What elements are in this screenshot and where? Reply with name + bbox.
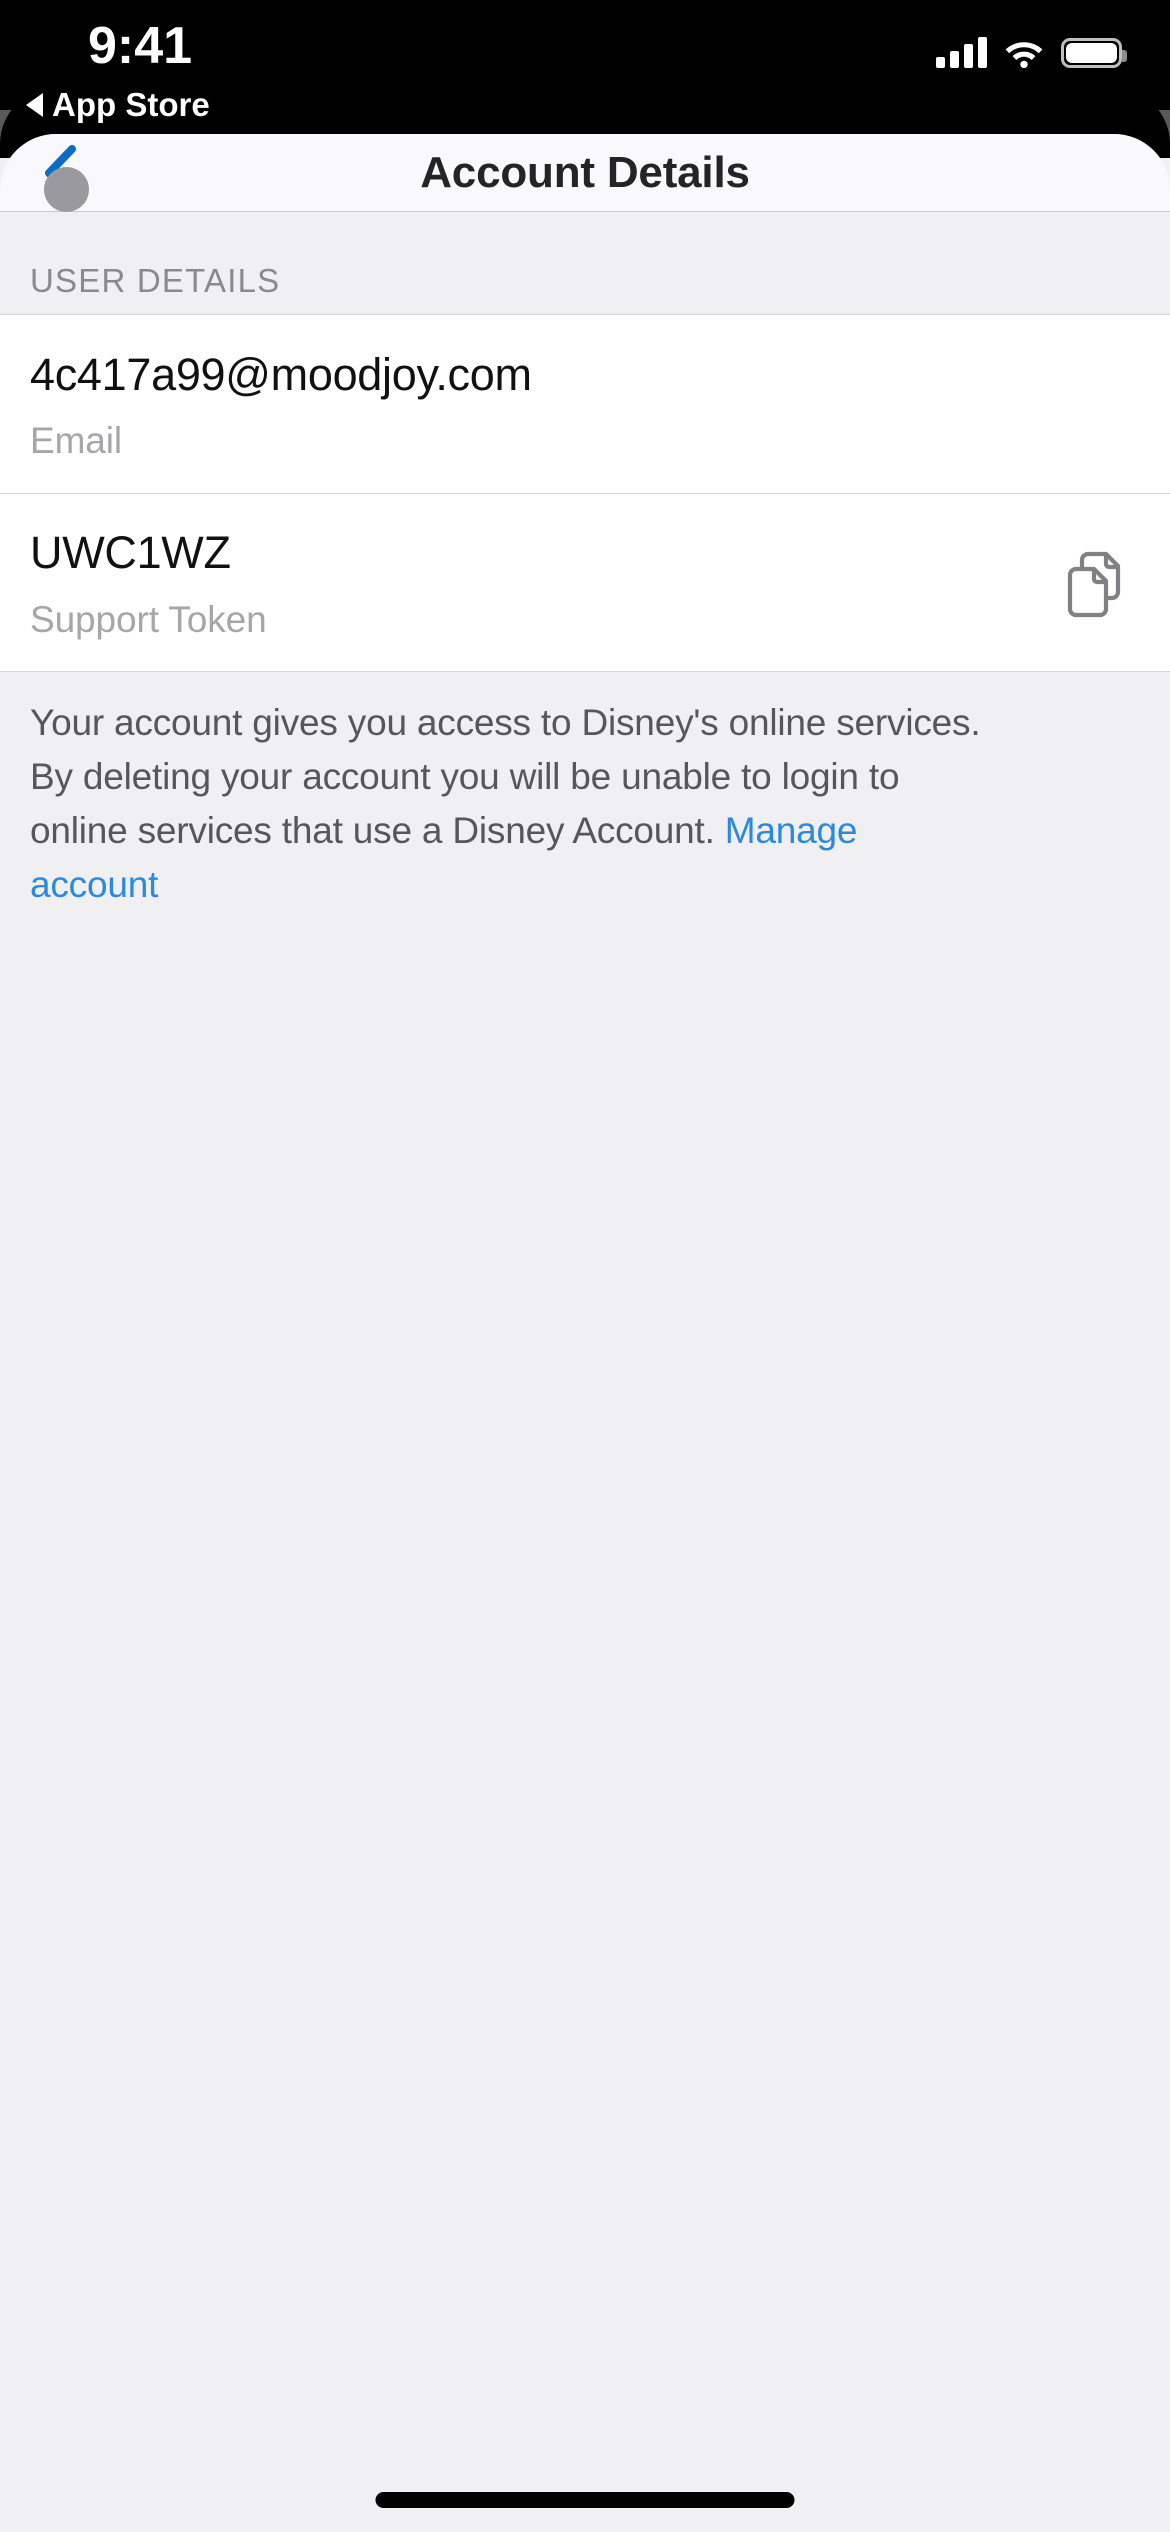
footer-line-4: account [30, 866, 1080, 904]
support-token-label: Support Token [30, 598, 267, 640]
list-item-support-token[interactable]: UWC1WZ Support Token [0, 493, 1170, 671]
status-bar: 9:41 App Store [0, 0, 1170, 123]
copy-icon [1067, 551, 1121, 617]
navigation-bar: Account Details [0, 134, 1170, 212]
page-title: Account Details [420, 147, 750, 197]
iphone-screen: 9:41 App Store Account Details USER DETA… [0, 0, 1170, 2532]
status-bar-indicators [936, 28, 1127, 68]
manage-account-link-part1[interactable]: Manage [725, 810, 858, 851]
copy-support-token-button[interactable] [1054, 542, 1140, 628]
return-app-label: App Store [52, 86, 210, 123]
footer-line-1: Your account gives you access to Disney'… [30, 702, 981, 743]
email-value: 4c417a99@moodjoy.com [30, 348, 532, 400]
wifi-icon [1003, 37, 1045, 68]
battery-icon [1061, 38, 1127, 68]
footer-paragraph: Your account gives you access to Disney'… [30, 702, 1080, 904]
manage-account-link[interactable]: account [30, 864, 158, 905]
cellular-signal-icon [936, 36, 987, 68]
footer-line-3: online services that use a Disney Accoun… [30, 812, 1080, 850]
email-row-text: 4c417a99@moodjoy.com Email [30, 348, 1140, 462]
return-to-app-store-button[interactable]: App Store [26, 86, 210, 124]
app-container: Account Details USER DETAILS 4c417a99@mo… [0, 134, 1170, 2532]
list-item-email[interactable]: 4c417a99@moodjoy.com Email [0, 315, 1170, 493]
home-indicator[interactable] [375, 2492, 795, 2508]
triangle-left-icon [26, 93, 43, 117]
email-label: Email [30, 420, 123, 462]
status-bar-time: 9:41 [88, 17, 193, 75]
user-details-list: 4c417a99@moodjoy.com Email UWC1WZ Suppor… [0, 314, 1170, 672]
account-info-footer: Your account gives you access to Disney'… [0, 672, 1110, 904]
touch-indicator [44, 167, 89, 212]
support-token-row-text: UWC1WZ Support Token [30, 527, 1036, 640]
section-header-user-details: USER DETAILS [30, 262, 281, 299]
footer-line-3-text: online services that use a Disney Accoun… [30, 810, 715, 852]
support-token-value: UWC1WZ [30, 527, 231, 579]
footer-line-2: By deleting your account you will be una… [30, 756, 900, 798]
